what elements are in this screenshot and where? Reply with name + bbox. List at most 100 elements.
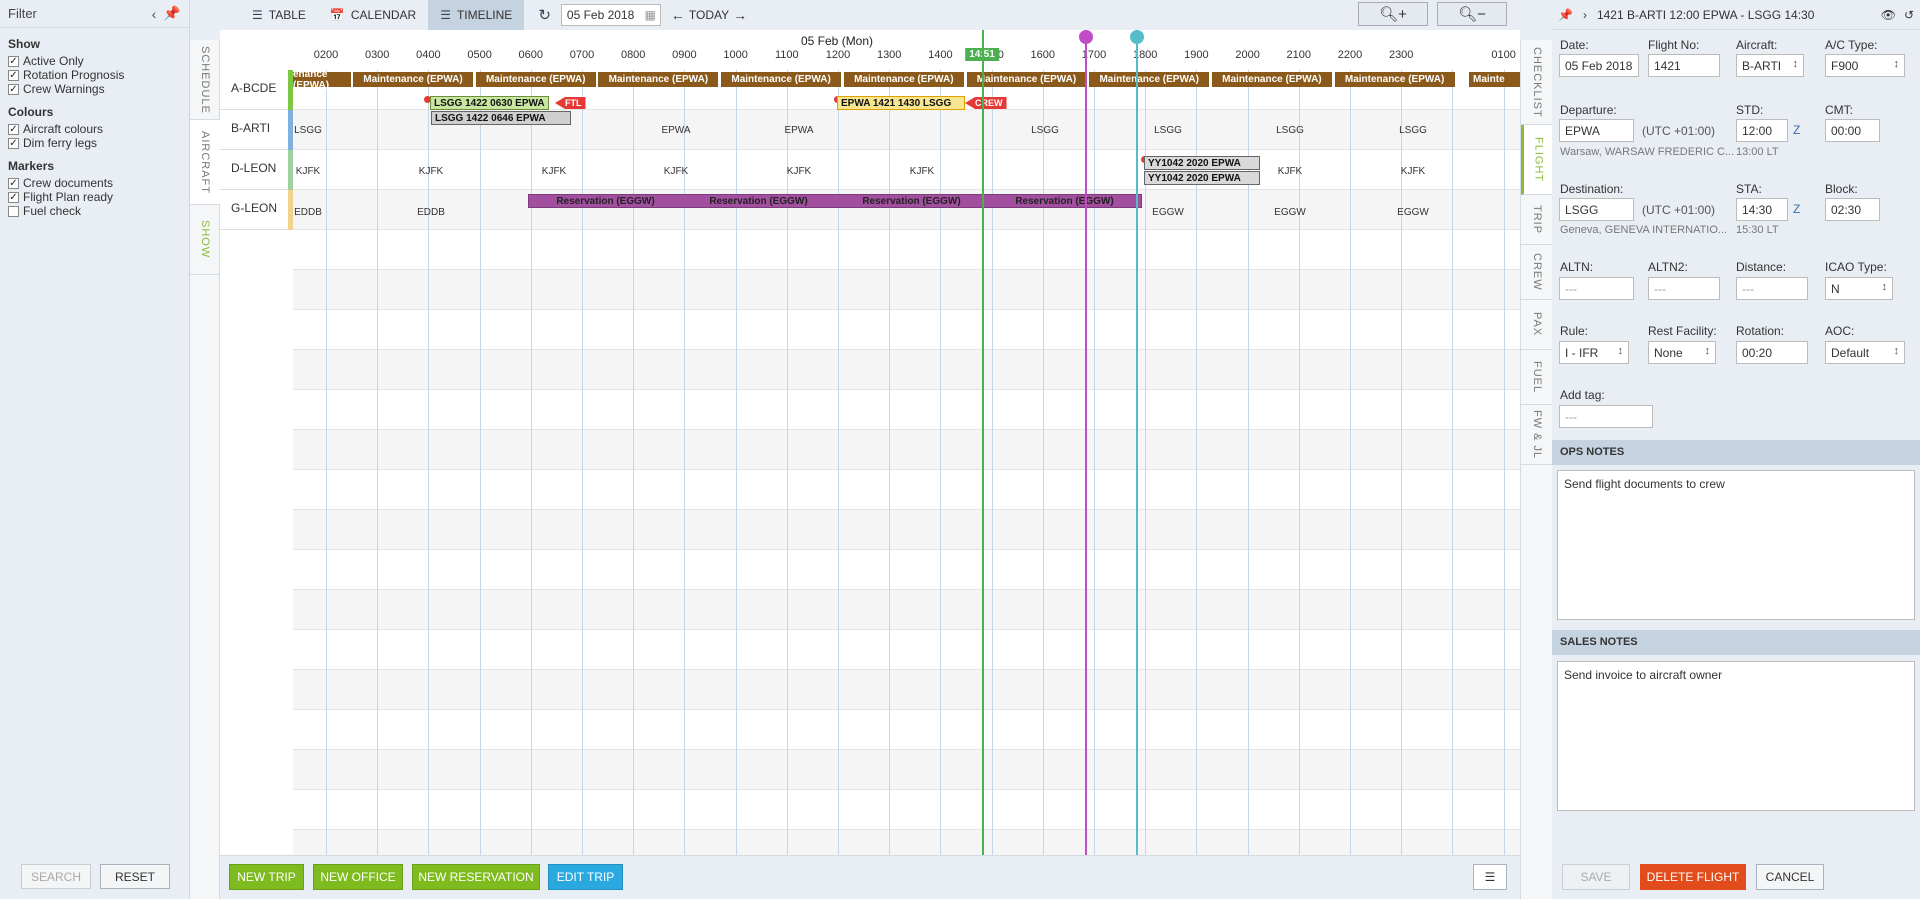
- maintenance-block[interactable]: Maintenance (EPWA): [966, 72, 1087, 87]
- grid-row[interactable]: [293, 550, 1520, 590]
- checkbox-box[interactable]: ✓: [8, 177, 19, 189]
- tab-calendar[interactable]: 📅 CALENDAR: [318, 0, 428, 30]
- checkbox-crew-warnings[interactable]: ✓ Crew Warnings: [8, 82, 181, 96]
- maintenance-block[interactable]: Maintenance (EPWA): [1211, 72, 1332, 87]
- grid-row[interactable]: [293, 830, 1520, 855]
- new-reservation-button[interactable]: NEW RESERVATION: [412, 864, 540, 890]
- date-field[interactable]: 05 Feb 2018: [1559, 54, 1639, 77]
- reservation-bar[interactable]: Reservation (EGGW) Reservation (EGGW) Rese…: [528, 194, 1142, 208]
- flight-no-field[interactable]: 1421: [1648, 54, 1720, 77]
- chevron-left-icon[interactable]: ‹: [145, 6, 163, 22]
- maintenance-block[interactable]: Maintenance (EPWA): [1334, 72, 1455, 87]
- flight-block-1421[interactable]: EPWA 1421 1430 LSGG: [837, 96, 965, 110]
- row-label-g-leon[interactable]: G-LEON: [220, 190, 293, 230]
- checkbox-aircraft-colours[interactable]: ✓ Aircraft colours: [8, 122, 181, 136]
- save-button[interactable]: SAVE: [1562, 864, 1630, 890]
- pin-icon[interactable]: 📌: [1558, 8, 1573, 22]
- sta-field[interactable]: 14:30: [1736, 198, 1788, 221]
- cmt-field[interactable]: 00:00: [1825, 119, 1880, 142]
- aircraft-select[interactable]: B-ARTI: [1736, 54, 1804, 77]
- tab-flight[interactable]: FLIGHT: [1521, 125, 1553, 195]
- grid-row[interactable]: [293, 150, 1520, 190]
- tab-timeline[interactable]: ☰ TIMELINE: [428, 0, 525, 30]
- checkbox-fuel-check[interactable]: Fuel check: [8, 204, 181, 218]
- grid-row[interactable]: [293, 590, 1520, 630]
- tab-show[interactable]: SHOW: [190, 205, 220, 275]
- edit-trip-button[interactable]: EDIT TRIP: [548, 864, 623, 890]
- checkbox-box[interactable]: [8, 205, 19, 217]
- maintenance-block[interactable]: Maintenance (EPWA): [1089, 72, 1210, 87]
- menu-button[interactable]: ☰: [1473, 864, 1507, 890]
- grid-row[interactable]: [293, 430, 1520, 470]
- tab-checklist[interactable]: CHECKLIST: [1521, 40, 1553, 125]
- delete-flight-button[interactable]: DELETE FLIGHT: [1640, 864, 1746, 890]
- grid-row[interactable]: [293, 790, 1520, 830]
- grid-row[interactable]: [293, 350, 1520, 390]
- today-button[interactable]: TODAY: [689, 8, 729, 22]
- prognosis-block-1422[interactable]: LSGG 1422 0646 EPWA: [431, 111, 571, 125]
- checkbox-box[interactable]: ✓: [8, 191, 19, 203]
- new-trip-button[interactable]: NEW TRIP: [229, 864, 304, 890]
- tab-schedule[interactable]: SCHEDULE: [190, 40, 220, 120]
- checkbox-box[interactable]: ✓: [8, 69, 19, 81]
- altn-field[interactable]: ---: [1559, 277, 1634, 300]
- refresh-icon[interactable]: ↻: [538, 6, 551, 24]
- std-field[interactable]: 12:00: [1736, 119, 1788, 142]
- add-tag-field[interactable]: ---: [1559, 405, 1653, 428]
- departure-field[interactable]: EPWA: [1559, 119, 1634, 142]
- arrow-left-icon[interactable]: ←: [671, 7, 685, 23]
- grid-row[interactable]: [293, 670, 1520, 710]
- checkbox-box[interactable]: ✓: [8, 137, 19, 149]
- time-marker-purple[interactable]: [1079, 30, 1093, 855]
- marker-handle-icon[interactable]: [1079, 30, 1093, 44]
- maintenance-block[interactable]: Mainte: [1469, 72, 1520, 87]
- distance-field[interactable]: ---: [1736, 277, 1808, 300]
- maintenance-block[interactable]: Maintenance (EPWA): [721, 72, 842, 87]
- tab-fuel[interactable]: FUEL: [1521, 350, 1553, 405]
- new-office-button[interactable]: NEW OFFICE: [313, 864, 403, 890]
- grid-row[interactable]: [293, 230, 1520, 270]
- marker-handle-icon[interactable]: [1130, 30, 1144, 44]
- flight-block-yy1042[interactable]: YY1042 2020 EPWA: [1144, 156, 1260, 170]
- grid-row[interactable]: [293, 750, 1520, 790]
- rest-facility-select[interactable]: None: [1648, 341, 1716, 364]
- maintenance-block[interactable]: Maintenance (EPWA): [598, 72, 719, 87]
- grid-row[interactable]: [293, 710, 1520, 750]
- chevron-right-icon[interactable]: ›: [1583, 8, 1587, 22]
- grid-row[interactable]: [293, 470, 1520, 510]
- ops-notes-textarea[interactable]: Send flight documents to crew: [1557, 470, 1915, 620]
- tab-table[interactable]: ☰ TABLE: [240, 0, 318, 30]
- checkbox-box[interactable]: ✓: [8, 123, 19, 135]
- checkbox-flight-plan-ready[interactable]: ✓ Flight Plan ready: [8, 190, 181, 204]
- rotation-field[interactable]: 00:20: [1736, 341, 1808, 364]
- maintenance-block[interactable]: enance (EPWA): [293, 69, 351, 91]
- zoom-in-button[interactable]: 🔍︎+: [1358, 2, 1428, 26]
- prognosis-block-yy1042[interactable]: YY1042 2020 EPWA: [1144, 171, 1260, 185]
- zoom-out-button[interactable]: 🔍︎−: [1437, 2, 1507, 26]
- destination-field[interactable]: LSGG: [1559, 198, 1634, 221]
- search-button[interactable]: SEARCH: [21, 864, 91, 889]
- row-label-a-bcde[interactable]: A-BCDE: [220, 70, 293, 110]
- checkbox-crew-documents[interactable]: ✓ Crew documents: [8, 176, 181, 190]
- eye-icon[interactable]: 👁: [1881, 8, 1896, 22]
- tab-pax[interactable]: PAX: [1521, 300, 1553, 350]
- rule-select[interactable]: I - IFR: [1559, 341, 1629, 364]
- grid-row[interactable]: [293, 510, 1520, 550]
- reset-button[interactable]: RESET: [100, 864, 170, 889]
- sales-notes-textarea[interactable]: Send invoice to aircraft owner: [1557, 661, 1915, 811]
- row-label-b-arti[interactable]: B-ARTI: [220, 110, 293, 150]
- calendar-icon[interactable]: ▦: [645, 8, 656, 22]
- checkbox-dim-ferry-legs[interactable]: ✓ Dim ferry legs: [8, 136, 181, 150]
- ac-type-select[interactable]: F900: [1825, 54, 1905, 77]
- row-label-d-leon[interactable]: D-LEON: [220, 150, 293, 190]
- maintenance-block[interactable]: Maintenance (EPWA): [353, 72, 473, 87]
- icao-type-select[interactable]: N: [1825, 277, 1893, 300]
- history-icon[interactable]: ↺: [1904, 8, 1914, 22]
- maintenance-block[interactable]: Maintenance (EPWA): [475, 72, 596, 87]
- grid-row[interactable]: [293, 310, 1520, 350]
- checkbox-box[interactable]: ✓: [8, 55, 19, 67]
- grid-row[interactable]: [293, 630, 1520, 670]
- block-field[interactable]: 02:30: [1825, 198, 1880, 221]
- aoc-select[interactable]: Default: [1825, 341, 1905, 364]
- grid-row[interactable]: [293, 390, 1520, 430]
